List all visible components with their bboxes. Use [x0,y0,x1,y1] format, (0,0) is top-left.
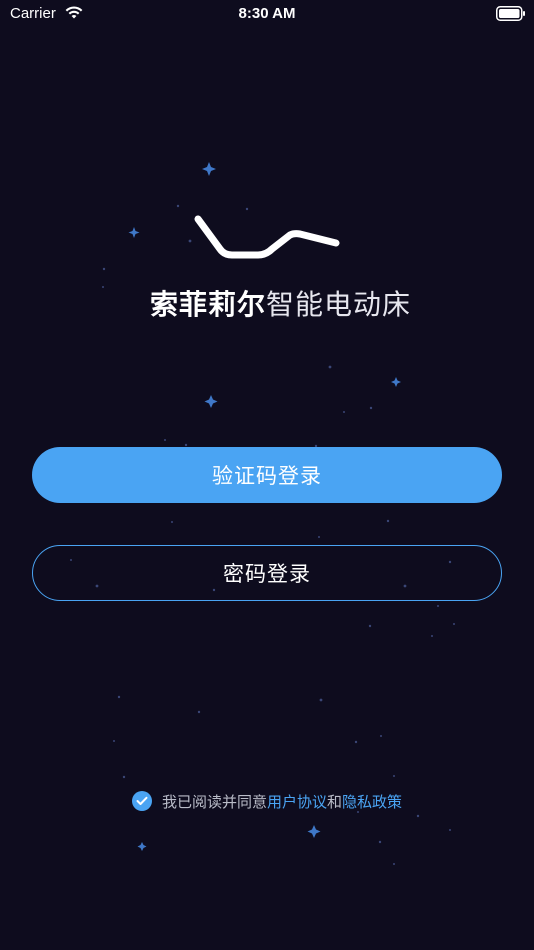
checkmark-icon [136,796,148,805]
brand-name: 索菲莉尔智能电动床 [150,283,410,323]
bed-curve-logo [194,215,340,259]
agreement-checkbox[interactable] [131,791,152,811]
password-login-button[interactable]: 密码登录 [32,545,502,601]
app-logo: 索菲莉尔智能电动床 [150,205,410,325]
agreement-prefix: 我已阅读并同意 [161,792,267,811]
sparkle-icon [137,842,147,851]
sparkle-icon [202,162,216,176]
brand-name-light: 智能电动床 [266,288,412,321]
agreement-and: 和 [327,792,343,811]
agreement-row: 我已阅读并同意 用户协议和隐私政策 [0,788,534,814]
sparkle-icon [128,227,140,238]
privacy-policy-link[interactable]: 隐私政策 [342,791,402,812]
sparkle-icon [307,825,321,838]
brand-name-bold: 索菲莉尔 [150,288,267,321]
sparkle-icon [391,377,401,387]
password-login-label: 密码登录 [223,562,311,586]
sms-login-button[interactable]: 验证码登录 [32,447,502,503]
sparkle-icon [204,395,218,408]
user-agreement-link[interactable]: 用户协议 [267,791,327,812]
sms-login-label: 验证码登录 [212,464,322,488]
